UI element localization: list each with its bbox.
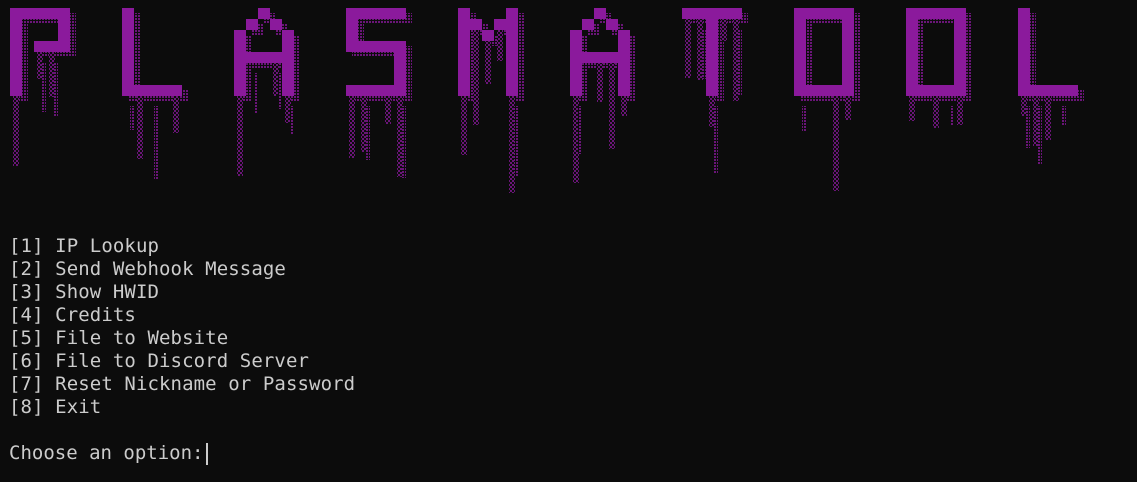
option-label: Show HWID — [55, 281, 160, 303]
terminal-window: [1] IP Lookup [2] Send Webhook Message [… — [0, 0, 1137, 482]
menu-option-4[interactable]: [4] Credits — [9, 304, 355, 327]
option-key: [2] — [9, 258, 44, 280]
banner-letter-o — [906, 8, 972, 128]
menu-option-7[interactable]: [7] Reset Nickname or Password — [9, 373, 355, 396]
plasmatool-ascii-banner — [10, 8, 1084, 193]
option-label: Reset Nickname or Password — [55, 373, 356, 395]
menu-option-3[interactable]: [3] Show HWID — [9, 281, 355, 304]
prompt-text: Choose an option: — [9, 442, 204, 464]
menu-option-1[interactable]: [1] IP Lookup — [9, 235, 355, 258]
option-label: Send Webhook Message — [55, 258, 286, 280]
banner-letter-t — [682, 8, 748, 174]
menu-option-5[interactable]: [5] File to Website — [9, 327, 355, 350]
option-key: [1] — [9, 235, 44, 257]
menu-option-8[interactable]: [8] Exit — [9, 396, 355, 419]
option-label: File to Website — [55, 327, 229, 349]
banner-letter-a — [570, 8, 636, 183]
option-label: Credits — [55, 304, 136, 326]
banner-letter-p — [10, 8, 76, 166]
option-key: [8] — [9, 396, 44, 418]
text-cursor[interactable] — [206, 442, 209, 465]
banner-letter-o — [794, 8, 860, 191]
menu-option-2[interactable]: [2] Send Webhook Message — [9, 258, 355, 281]
banner-letter-m — [458, 8, 524, 193]
option-key: [7] — [9, 373, 44, 395]
main-menu: [1] IP Lookup [2] Send Webhook Message [… — [9, 235, 355, 419]
option-key: [4] — [9, 304, 44, 326]
menu-option-6[interactable]: [6] File to Discord Server — [9, 350, 355, 373]
option-key: [6] — [9, 350, 44, 372]
banner-letter-s — [346, 8, 412, 178]
option-label: File to Discord Server — [55, 350, 310, 372]
banner-letter-l — [1018, 8, 1084, 164]
banner-letter-a — [234, 8, 300, 176]
option-label: Exit — [55, 396, 102, 418]
option-label: IP Lookup — [55, 235, 160, 257]
input-prompt[interactable]: Choose an option: — [9, 442, 209, 465]
option-key: [3] — [9, 281, 44, 303]
banner-letter-l — [122, 8, 188, 179]
option-key: [5] — [9, 327, 44, 349]
